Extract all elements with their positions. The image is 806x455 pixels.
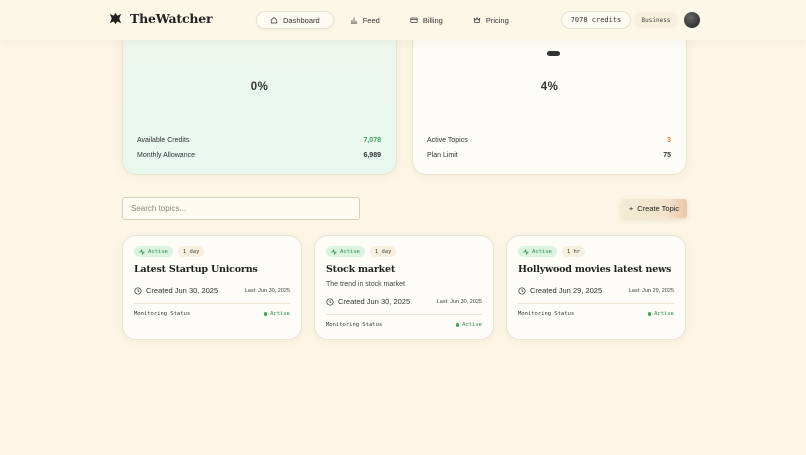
created-label: Created Jun 30, 2025: [338, 297, 411, 306]
monthly-allowance-row: Monthly Allowance 6,989: [137, 152, 381, 159]
bar-chart-icon: [350, 17, 357, 24]
duration-badge: 1 hr: [561, 246, 586, 257]
monitoring-status-row: Monitoring Status Active: [518, 311, 674, 317]
app-name: TheWatcher: [130, 11, 213, 26]
created-label: Created Jun 29, 2025: [530, 286, 603, 295]
stat-value: 75: [663, 152, 671, 159]
duration-badge: 1 day: [177, 246, 205, 257]
topic-card[interactable]: Active 1 day Stock market The trend in s…: [314, 235, 494, 340]
credits-pill[interactable]: 7078 credits: [561, 11, 631, 29]
nav-dashboard[interactable]: Dashboard: [256, 11, 334, 29]
topic-meta: Created Jun 30, 2025 Last: Jun 30, 2025: [326, 297, 482, 306]
topic-description: The trend in stock market: [326, 281, 405, 288]
topic-meta: Created Jun 29, 2025 Last: Jun 29, 2025: [518, 286, 674, 295]
created-date: Created Jun 29, 2025: [518, 286, 602, 295]
monitoring-status-row: Monitoring Status Active: [326, 322, 482, 328]
topics-percent: 4%: [540, 81, 559, 93]
last-updated: Last: Jun 29, 2025: [628, 287, 674, 294]
activity-icon: [331, 248, 337, 255]
nav-pricing[interactable]: Pricing: [459, 11, 523, 29]
duration-badge: 1 day: [369, 246, 397, 257]
divider: [518, 303, 674, 304]
home-icon: [270, 16, 278, 24]
created-date: Created Jun 30, 2025: [326, 297, 410, 306]
stat-label: Monthly Allowance: [137, 152, 195, 159]
clock-icon: [518, 286, 526, 295]
monitoring-value: Active: [263, 311, 290, 317]
stat-value: 3: [667, 137, 671, 144]
logo-icon: [109, 12, 122, 25]
status-dot-icon: [647, 312, 652, 316]
available-credits-row: Available Credits 7,078: [137, 137, 381, 144]
nav-billing[interactable]: Billing: [396, 11, 457, 29]
last-updated: Last: Jun 30, 2025: [436, 298, 482, 305]
top-header: TheWatcher Dashboard Feed Billing Pricin…: [0, 0, 806, 40]
topic-badges: Active 1 day: [326, 246, 397, 257]
status-badge: Active: [326, 246, 365, 257]
divider: [326, 314, 482, 315]
avatar[interactable]: [684, 12, 700, 28]
topic-badges: Active 1 hr: [518, 246, 586, 257]
main-nav: Dashboard Feed Billing Pricing: [256, 11, 523, 29]
create-topic-label: Create Topic: [637, 204, 680, 213]
monitoring-value-text: Active: [270, 311, 290, 317]
active-topics-row: Active Topics 3: [427, 137, 671, 144]
plan-limit-row: Plan Limit 75: [427, 152, 671, 159]
status-badge: Active: [518, 246, 557, 257]
status-dot-icon: [263, 312, 268, 316]
monitoring-label: Monitoring Status: [134, 311, 191, 317]
last-updated: Last: Jun 30, 2025: [244, 287, 290, 294]
stat-label: Available Credits: [137, 137, 190, 144]
search-input[interactable]: [122, 197, 360, 220]
status-badge: Active: [134, 246, 173, 257]
topic-meta: Created Jun 30, 2025 Last: Jun 30, 2025: [134, 286, 290, 295]
stat-value: 7,078: [363, 137, 381, 144]
status-dot-icon: [455, 323, 460, 327]
topic-title: Latest Startup Unicorns: [134, 264, 258, 275]
monitoring-status-row: Monitoring Status Active: [134, 311, 290, 317]
nav-label: Feed: [362, 15, 380, 25]
status-label: Active: [148, 248, 168, 255]
topic-badges: Active 1 day: [134, 246, 205, 257]
clock-icon: [326, 297, 334, 306]
clock-icon: [134, 286, 142, 295]
topics-stat-card: 4% Active Topics 3 Plan Limit 75: [412, 30, 687, 175]
gauge-marker: [547, 51, 560, 56]
monitoring-value-text: Active: [654, 311, 674, 317]
stat-value: 6,989: [363, 152, 381, 159]
stat-label: Active Topics: [427, 137, 468, 144]
monitoring-value: Active: [647, 311, 674, 317]
activity-icon: [139, 248, 145, 255]
topic-title: Stock market: [326, 264, 396, 275]
credits-stat-card: 0% Available Credits 7,078 Monthly Allow…: [122, 30, 397, 175]
status-label: Active: [532, 248, 552, 255]
plan-badge: Business: [634, 12, 678, 28]
topic-card[interactable]: Active 1 hr Hollywood movies latest news…: [506, 235, 686, 340]
topic-title: Hollywood movies latest news: [518, 264, 672, 275]
topic-card[interactable]: Active 1 day Latest Startup Unicorns Cre…: [122, 235, 302, 340]
stat-label: Plan Limit: [427, 152, 458, 159]
monitoring-label: Monitoring Status: [326, 322, 383, 328]
nav-label: Billing: [422, 15, 443, 25]
activity-icon: [523, 248, 529, 255]
created-label: Created Jun 30, 2025: [146, 286, 219, 295]
divider: [134, 303, 290, 304]
nav-label: Pricing: [485, 15, 509, 25]
monitoring-value-text: Active: [462, 322, 482, 328]
created-date: Created Jun 30, 2025: [134, 286, 218, 295]
nav-feed[interactable]: Feed: [336, 11, 394, 29]
monitoring-label: Monitoring Status: [518, 311, 575, 317]
credits-percent: 0%: [250, 81, 269, 93]
status-label: Active: [340, 248, 360, 255]
credit-card-icon: [410, 17, 418, 23]
nav-label: Dashboard: [283, 15, 320, 25]
crown-icon: [473, 16, 481, 23]
create-topic-button[interactable]: + Create Topic: [621, 199, 687, 218]
plus-icon: +: [628, 204, 634, 213]
monitoring-value: Active: [455, 322, 482, 328]
logo[interactable]: TheWatcher: [108, 11, 213, 26]
